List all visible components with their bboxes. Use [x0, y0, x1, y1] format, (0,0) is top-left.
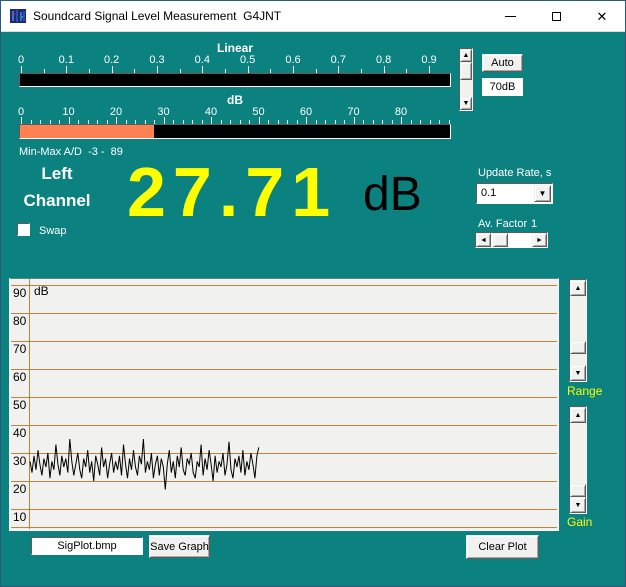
linear-major-tick — [248, 66, 249, 73]
db-major-tick — [259, 117, 260, 124]
av-factor-scrollbar[interactable]: ◄ ► — [475, 232, 548, 248]
linear-major-tick — [66, 66, 67, 73]
av-factor-value: 1 — [531, 218, 537, 230]
scroll-thumb[interactable] — [460, 62, 472, 80]
range-scrollbar[interactable]: ▲ ▼ — [569, 279, 587, 382]
db-level-bar — [19, 124, 451, 139]
plot-y-tick-label: 40 — [13, 426, 27, 440]
maximize-button[interactable] — [533, 1, 579, 31]
linear-tick-label: 0 — [18, 54, 24, 66]
linear-major-tick — [338, 66, 339, 73]
db-level-fill — [20, 125, 154, 138]
signal-plot: 90 80 70 60 50 40 30 20 10 dB — [9, 278, 559, 531]
av-factor-label: Av. Factor — [478, 218, 527, 230]
app-icon — [10, 8, 26, 24]
linear-tick-label: 0.8 — [376, 54, 391, 66]
app-window: Soundcard Signal Level Measurement G4JNT… — [0, 0, 626, 587]
plot-y-tick-label: 60 — [13, 370, 27, 384]
clear-plot-button[interactable]: Clear Plot — [466, 535, 539, 559]
swap-checkbox[interactable] — [17, 223, 30, 236]
auto-button[interactable]: Auto — [482, 54, 523, 72]
minmax-readout: Min-Max A/D -3 - 89 — [19, 146, 123, 158]
db-major-tick — [401, 117, 402, 124]
gain-up-icon[interactable]: ▲ — [570, 407, 586, 423]
update-rate-combo[interactable]: 0.1 ▼ — [476, 183, 553, 204]
signal-plot-canvas: 90 80 70 60 50 40 30 20 10 dB — [11, 279, 557, 529]
channel-label-line1: Left — [7, 164, 107, 184]
db-major-tick — [21, 117, 22, 124]
gain-thumb[interactable] — [570, 484, 586, 497]
title-bar: Soundcard Signal Level Measurement G4JNT… — [1, 1, 625, 32]
db-major-tick — [69, 117, 70, 124]
plot-y-tick-label: 30 — [13, 454, 27, 468]
plot-y-tick-label: 80 — [13, 314, 27, 328]
combo-dropdown-icon[interactable]: ▼ — [534, 185, 551, 202]
scroll-left-icon[interactable]: ◄ — [476, 233, 491, 247]
close-button[interactable]: ✕ — [579, 1, 625, 31]
linear-major-tick — [21, 66, 22, 73]
linear-major-tick — [202, 66, 203, 73]
plot-y-tick-label: 90 — [13, 286, 27, 300]
linear-tick-label: 0.9 — [421, 54, 436, 66]
scroll-right-icon[interactable]: ► — [532, 233, 547, 247]
db-major-tick — [211, 117, 212, 124]
plot-y-tick-label: 20 — [13, 482, 27, 496]
db-reading-value: 27.71 — [127, 157, 337, 227]
linear-tick-label: 0.4 — [195, 54, 210, 66]
scroll-up-icon[interactable]: ▲ — [460, 49, 472, 62]
update-rate-value: 0.1 — [481, 187, 496, 199]
linear-level-bar — [19, 73, 451, 87]
plot-y-tick-label: 50 — [13, 398, 27, 412]
gain-label: Gain — [567, 515, 592, 529]
plot-unit-label: dB — [34, 284, 49, 298]
close-icon: ✕ — [597, 10, 608, 23]
linear-major-tick — [157, 66, 158, 73]
maximize-icon — [552, 12, 561, 21]
db-major-tick — [306, 117, 307, 124]
linear-meter-title: Linear — [19, 41, 451, 55]
linear-tick-label: 0.5 — [240, 54, 255, 66]
linear-tick-label: 0.1 — [59, 54, 74, 66]
linear-tick-label: 0.7 — [331, 54, 346, 66]
linear-tick-label: 0.2 — [104, 54, 119, 66]
swap-checkbox-label: Swap — [39, 225, 67, 237]
linear-major-tick — [429, 66, 430, 73]
db-major-tick — [354, 117, 355, 124]
gain-scrollbar[interactable]: ▲ ▼ — [569, 406, 587, 514]
gain-down-icon[interactable]: ▼ — [570, 497, 586, 513]
minimize-button[interactable] — [487, 1, 533, 31]
db-major-tick — [116, 117, 117, 124]
filename-input[interactable]: SigPlot.bmp — [31, 537, 143, 555]
db-reading-unit: dB — [363, 171, 422, 219]
plot-y-tick-label: 10 — [13, 510, 27, 524]
save-graph-button[interactable]: Save Graph — [149, 535, 210, 558]
window-title: Soundcard Signal Level Measurement G4JNT — [33, 9, 281, 23]
70db-button[interactable]: 70dB — [482, 78, 523, 96]
linear-major-tick — [293, 66, 294, 73]
caption-buttons: ✕ — [487, 1, 625, 31]
db-meter-title: dB — [19, 93, 451, 107]
range-down-icon[interactable]: ▼ — [570, 365, 586, 381]
plot-y-tick-label: 70 — [13, 342, 27, 356]
range-up-icon[interactable]: ▲ — [570, 280, 586, 296]
linear-tick-label: 0.6 — [285, 54, 300, 66]
minimize-icon — [505, 16, 516, 17]
level-scrollbar[interactable]: ▲ ▼ — [459, 48, 473, 111]
linear-tick-label: 0.3 — [149, 54, 164, 66]
db-major-tick — [164, 117, 165, 124]
range-thumb[interactable] — [570, 341, 586, 354]
linear-major-tick — [384, 66, 385, 73]
linear-major-tick — [112, 66, 113, 73]
channel-label-line2: Channel — [7, 191, 107, 211]
av-factor-thumb[interactable] — [493, 233, 508, 247]
scroll-down-icon[interactable]: ▼ — [460, 97, 472, 110]
update-rate-label: Update Rate, s — [478, 167, 551, 179]
range-label: Range — [567, 384, 602, 398]
